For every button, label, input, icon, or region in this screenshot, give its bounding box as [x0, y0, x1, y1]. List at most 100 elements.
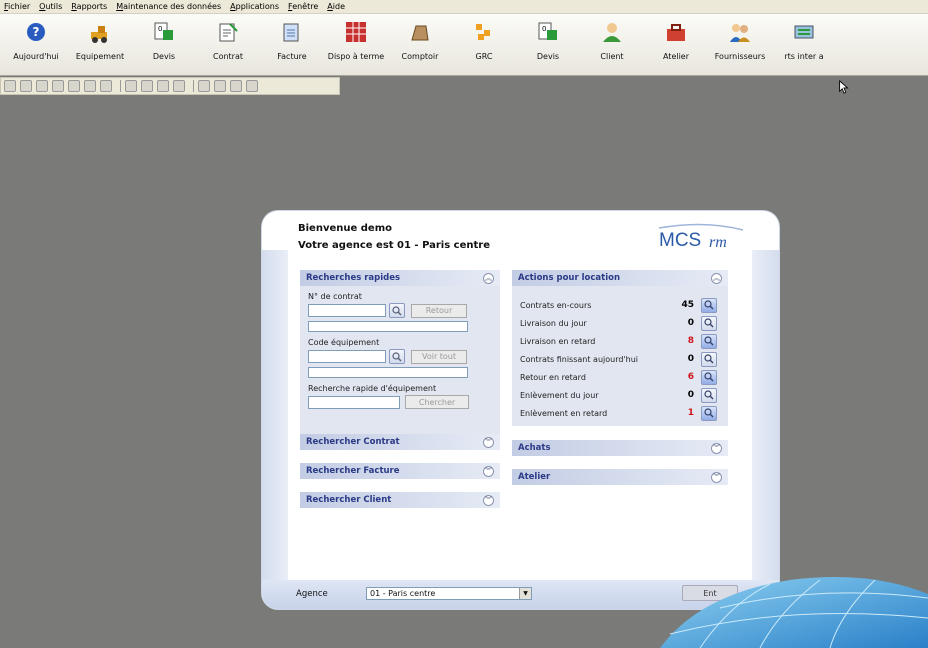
copy-icon[interactable] [52, 80, 64, 92]
search-contract-panel[interactable]: Rechercher Contrat ︾ [300, 434, 500, 450]
card-left-band [262, 250, 288, 580]
menu-item[interactable]: Aide [327, 2, 345, 11]
purchases-panel[interactable]: Achats ︾ [512, 440, 728, 456]
toolbar-button[interactable]: Fournisseurs [708, 14, 772, 74]
toolbar-button[interactable]: 0 Devis [132, 14, 196, 74]
secondary-toolbar [0, 77, 340, 95]
contract-search-button[interactable] [389, 303, 405, 318]
equipment-code-input[interactable] [308, 350, 386, 363]
action-label: Contrats finissant aujourd'hui [520, 354, 638, 364]
toolbar-button[interactable]: Contrat [196, 14, 260, 74]
dropdown-arrow-icon[interactable]: ▼ [519, 588, 531, 599]
action-count: 45 [681, 300, 694, 310]
previous-record-icon[interactable] [214, 80, 226, 92]
refresh-icon[interactable] [173, 80, 185, 92]
toolbar-button[interactable]: Equipement [68, 14, 132, 74]
workshop-panel[interactable]: Atelier ︾ [512, 469, 728, 485]
toolbar-button-label: Client [600, 52, 624, 61]
quick-equipment-input[interactable] [308, 395, 400, 409]
magnifier-icon [704, 318, 714, 328]
menu-item[interactable]: Rapports [71, 2, 107, 11]
collapse-icon[interactable]: ︽ [483, 272, 494, 284]
validate-icon[interactable] [157, 80, 169, 92]
action-search-button[interactable] [701, 387, 717, 403]
last-record-icon[interactable] [246, 80, 258, 92]
toolbar-button[interactable]: Facture [260, 14, 324, 74]
toolbar-button-label: Devis [536, 52, 560, 61]
action-label: Enlèvement en retard [520, 408, 608, 418]
equipment-code-label: Code équipement [308, 338, 380, 347]
open-icon[interactable] [20, 80, 32, 92]
print-icon[interactable] [100, 80, 112, 92]
magnifier-icon [704, 300, 714, 310]
search-invoice-panel[interactable]: Rechercher Facture ︾ [300, 463, 500, 479]
welcome-title: Bienvenue demo [298, 223, 392, 234]
expand-icon[interactable]: ︾ [711, 471, 722, 483]
action-count: 8 [687, 336, 694, 346]
action-search-button[interactable] [701, 315, 717, 331]
quick-search-title: Recherches rapides [306, 273, 401, 283]
menu-item[interactable]: Fichier [4, 2, 30, 11]
next-record-icon[interactable] [230, 80, 242, 92]
action-search-button[interactable] [701, 297, 717, 313]
action-count: 1 [687, 408, 694, 418]
rental-actions-header[interactable]: Actions pour location ︽ [512, 270, 728, 286]
menu-item[interactable]: Applications [230, 2, 279, 11]
mcsrm-logo: MCS rm [658, 223, 744, 251]
equipment-search-button[interactable] [389, 349, 405, 364]
voir-tout-button[interactable]: Voir tout [411, 349, 467, 364]
toolbar-separator [193, 80, 194, 92]
expand-icon[interactable]: ︾ [483, 465, 494, 477]
toolbar-button[interactable]: GRC [452, 14, 516, 74]
action-search-button[interactable] [701, 333, 717, 349]
toolbar-button-label: rts inter a [784, 52, 824, 61]
action-search-button[interactable] [701, 351, 717, 367]
logo-text-sub: rm [709, 234, 727, 251]
action-row: Contrats finissant aujourd'hui 0 [520, 350, 720, 368]
expand-icon[interactable]: ︾ [483, 494, 494, 506]
toolbox-icon [667, 24, 685, 41]
toolbar-button[interactable]: ? Aujourd'hui [4, 14, 68, 74]
toolbar-button[interactable]: rts inter a [772, 14, 836, 74]
action-search-button[interactable] [701, 369, 717, 385]
save-icon[interactable] [36, 80, 48, 92]
menu-item[interactable]: Outils [39, 2, 62, 11]
cut-icon[interactable] [68, 80, 80, 92]
expand-icon[interactable]: ︾ [711, 442, 722, 454]
new-icon[interactable] [4, 80, 16, 92]
agency-label: Agence [296, 589, 328, 599]
toolbar-button-label: Comptoir [401, 52, 439, 61]
search-client-title: Rechercher Client [306, 495, 392, 505]
magnifier-icon [392, 351, 402, 361]
quick-search-header[interactable]: Recherches rapides ︽ [300, 270, 500, 286]
toolbar-button[interactable]: 0 Devis [516, 14, 580, 74]
quote-icon: 0 [154, 22, 173, 40]
retour-button[interactable]: Retour [411, 303, 467, 318]
toolbar-button[interactable]: Dispo à terme [324, 14, 388, 74]
rental-actions-panel: Actions pour location ︽ Contrats en-cour… [512, 270, 728, 426]
menu-item[interactable]: Maintenance des données [116, 2, 221, 11]
card-right-band [752, 250, 779, 580]
first-record-icon[interactable] [198, 80, 210, 92]
collapse-icon[interactable]: ︽ [711, 272, 722, 284]
toolbar-button[interactable]: Comptoir [388, 14, 452, 74]
action-label: Retour en retard [520, 372, 586, 382]
toolbar-button-label: Fournisseurs [714, 52, 766, 61]
chercher-button[interactable]: Chercher [405, 395, 469, 409]
action-row: Retour en retard 6 [520, 368, 720, 386]
quote-icon: 0 [538, 22, 557, 40]
suppliers-icon [730, 24, 750, 42]
contract-number-input[interactable] [308, 304, 386, 317]
toolbar-button[interactable]: Client [580, 14, 644, 74]
agency-select[interactable]: 01 - Paris centre ▼ [366, 587, 532, 600]
expand-icon[interactable]: ︾ [483, 436, 494, 448]
magnifier-icon [704, 390, 714, 400]
paste-icon[interactable] [84, 80, 96, 92]
search-client-panel[interactable]: Rechercher Client ︾ [300, 492, 500, 508]
menu-item[interactable]: Fenêtre [288, 2, 318, 11]
filter-icon[interactable] [125, 80, 137, 92]
action-search-button[interactable] [701, 405, 717, 421]
search-icon[interactable] [141, 80, 153, 92]
toolbar-button[interactable]: Atelier [644, 14, 708, 74]
action-count: 0 [687, 354, 694, 364]
